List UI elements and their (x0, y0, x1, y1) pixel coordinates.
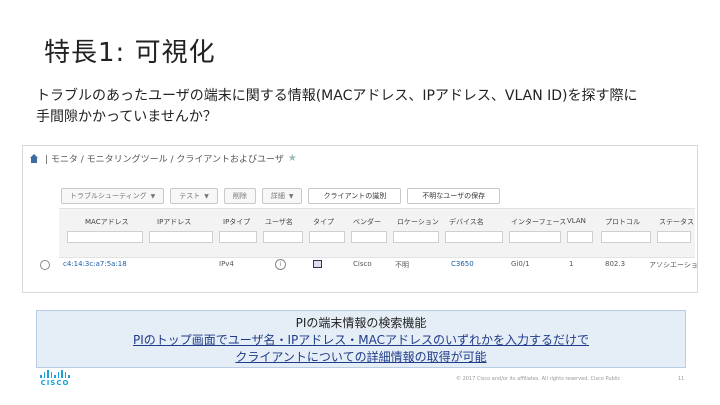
vendor-cell: Cisco (353, 260, 372, 268)
column-header[interactable]: MACアドレス (85, 217, 129, 227)
callout-line-2: PIのトップ画面でユーザ名・IPアドレス・MACアドレスのいずれかを入力するだけ… (132, 333, 590, 347)
info-icon[interactable]: i (275, 259, 286, 270)
filter-device-input[interactable] (445, 231, 503, 243)
row-select-radio[interactable] (40, 260, 50, 270)
cisco-bars-icon (39, 370, 71, 378)
breadcrumb-text[interactable]: | モニタ / モニタリングツール / クライアントおよびユーザ (45, 152, 284, 165)
mac-cell[interactable]: c4:14:3c:a7:5a:18 (63, 260, 127, 268)
slide-title: 特長1: 可視化 (44, 38, 216, 68)
filter-user-input[interactable] (263, 231, 303, 243)
chevron-down-icon: ▼ (204, 192, 209, 200)
details-button[interactable]: 詳細 ▼ (261, 188, 303, 204)
column-header[interactable]: プロトコル (605, 217, 640, 227)
column-header[interactable]: ユーザ名 (265, 217, 293, 227)
filter-location-input[interactable] (393, 231, 439, 243)
filter-ip-input[interactable] (149, 231, 213, 243)
page-number: 11 (678, 376, 685, 382)
save-unknown-user-button[interactable]: 不明なユーザの保存 (407, 188, 501, 204)
device-cell[interactable]: C3650 (451, 260, 474, 268)
lead-line-2: 手間隙かかっていませんか？ (36, 109, 217, 125)
lead-text: トラブルのあったユーザの端末に関する情報(MACアドレス、IPアドレス、VLAN… (36, 86, 676, 128)
column-header[interactable]: タイプ (313, 217, 334, 227)
delete-button[interactable]: 削除 (223, 188, 256, 204)
column-header[interactable]: IPアドレス (157, 217, 191, 227)
client-search-screenshot: | モニタ / モニタリングツール / クライアントおよびユーザ ★ トラブルシ… (22, 145, 698, 293)
column-header[interactable]: ロケーション (397, 217, 439, 227)
callout-line-1: PIの端末情報の検索機能 (295, 316, 427, 330)
column-header[interactable]: デバイス名 (449, 217, 484, 227)
iptype-cell: IPv4 (219, 260, 234, 268)
filter-mac-input[interactable] (67, 231, 143, 243)
cisco-wordmark: CISCO (40, 379, 70, 387)
chevron-down-icon: ▼ (288, 192, 294, 200)
filter-status-input[interactable] (657, 231, 691, 243)
test-button[interactable]: テスト ▼ (170, 188, 218, 204)
location-cell: 不明 (395, 261, 409, 269)
client-toolbar: トラブルシューティング ▼ テスト ▼ 削除 詳細 ▼ クライアントの識別 不明なユー… (23, 186, 697, 206)
column-header[interactable]: VLAN (567, 217, 586, 225)
favorite-star-icon[interactable]: ★ (288, 153, 297, 164)
filter-interface-input[interactable] (509, 231, 561, 243)
table-header: MACアドレス IPアドレス IPタイプ ユーザ名 タイプ ベンダー ロケーショ… (59, 208, 695, 258)
computer-icon (313, 260, 322, 268)
column-header[interactable]: ベンダー (353, 217, 381, 227)
callout-line-3: クライアントについての詳細情報の取得が可能 (235, 350, 487, 364)
lead-line-1: トラブルのあったユーザの端末に関する情報(MACアドレス、IPアドレス、VLAN… (36, 88, 638, 104)
chevron-down-icon: ▼ (150, 192, 156, 200)
cisco-logo: CISCO (39, 370, 71, 387)
feature-callout: PIの端末情報の検索機能 PIのトップ画面でユーザ名・IPアドレス・MACアドレ… (36, 310, 686, 368)
troubleshoot-button[interactable]: トラブルシューティング ▼ (61, 188, 165, 204)
filter-vendor-input[interactable] (351, 231, 387, 243)
identify-client-button[interactable]: クライアントの識別 (308, 188, 402, 204)
protocol-cell: 802.3 (605, 260, 626, 268)
filter-vlan-input[interactable] (567, 231, 593, 243)
column-header[interactable]: インターフェース (511, 217, 566, 227)
copyright-text: © 2017 Cisco and/or its affiliates. All … (456, 376, 621, 382)
breadcrumb: | モニタ / モニタリングツール / クライアントおよびユーザ ★ (29, 150, 297, 166)
column-header[interactable]: IPタイプ (223, 217, 250, 227)
status-cell: アソシエーション (649, 261, 698, 269)
filter-type-input[interactable] (309, 231, 345, 243)
home-icon[interactable] (29, 153, 39, 163)
table-row[interactable]: c4:14:3c:a7:5a:18 IPv4 i Cisco 不明 C3650 … (23, 256, 697, 274)
column-header[interactable]: ステータス (659, 217, 694, 227)
interface-cell: Gi0/1 (511, 260, 530, 268)
filter-iptype-input[interactable] (219, 231, 257, 243)
filter-protocol-input[interactable] (601, 231, 651, 243)
vlan-cell: 1 (569, 260, 574, 268)
